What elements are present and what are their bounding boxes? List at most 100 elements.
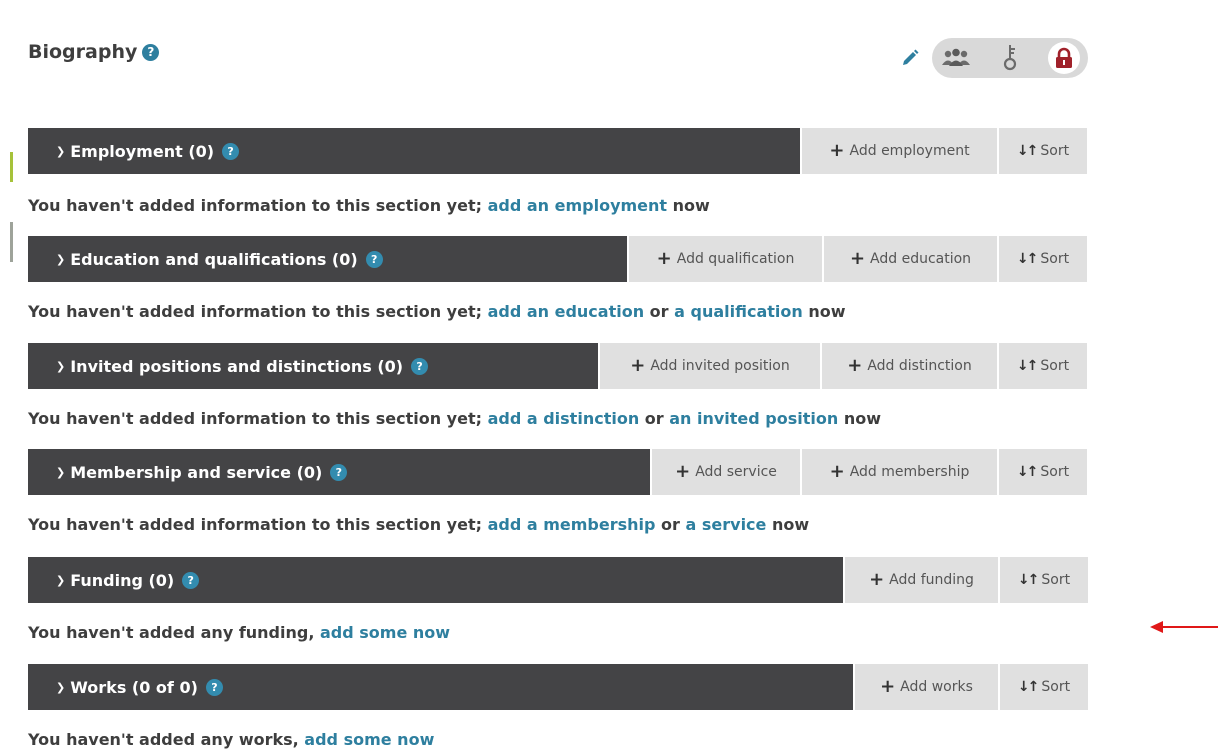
add-membership-button[interactable]: + Add membership — [800, 449, 997, 495]
help-icon[interactable]: ? — [142, 43, 160, 61]
invited-positions-section-bar: ❯ Invited positions and distinctions (0)… — [28, 343, 1087, 389]
section-toggle[interactable]: ❯ Membership and service (0) ? — [28, 449, 650, 495]
funding-section-bar: ❯ Funding (0) ? + Add funding ↓↑ Sort — [28, 557, 1088, 603]
section-toggle[interactable]: ❯ Invited positions and distinctions (0)… — [28, 343, 598, 389]
section-title: Funding (0) — [70, 570, 175, 590]
chevron-down-icon: ❯ — [56, 359, 66, 373]
plus-icon: + — [675, 461, 691, 482]
membership-section-bar: ❯ Membership and service (0) ? + Add ser… — [28, 449, 1087, 495]
sort-icon: ↓↑ — [1016, 358, 1039, 374]
help-icon[interactable]: ? — [205, 678, 223, 696]
add-qualification-link[interactable]: a qualification — [674, 302, 803, 321]
help-icon[interactable]: ? — [365, 250, 383, 268]
add-invited-position-link[interactable]: an invited position — [669, 409, 838, 428]
message-text: now — [802, 302, 846, 321]
plus-icon: + — [869, 569, 885, 590]
button-label: Sort — [1040, 464, 1070, 480]
button-label: Sort — [1040, 358, 1070, 374]
sort-icon: ↓↑ — [1016, 143, 1039, 159]
annotation-arrow-icon — [1150, 621, 1218, 633]
section-toggle[interactable]: ❯ Funding (0) ? — [28, 557, 843, 603]
empty-section-message: You haven't added any funding, add some … — [28, 623, 450, 642]
visibility-selector — [932, 38, 1088, 78]
chevron-down-icon: ❯ — [56, 252, 66, 266]
message-text: You haven't added information to this se… — [28, 302, 488, 321]
plus-icon: + — [630, 355, 646, 376]
button-label: Add employment — [849, 143, 970, 159]
help-icon[interactable]: ? — [182, 571, 200, 589]
section-title: Membership and service (0) — [70, 462, 323, 482]
button-label: Sort — [1040, 143, 1070, 159]
add-invited-position-button[interactable]: + Add invited position — [598, 343, 820, 389]
help-icon[interactable]: ? — [222, 142, 240, 160]
add-service-button[interactable]: + Add service — [650, 449, 800, 495]
add-works-link[interactable]: add some now — [304, 730, 434, 749]
only-me-lock-icon[interactable] — [1048, 42, 1080, 74]
add-service-link[interactable]: a service — [686, 515, 767, 534]
chevron-down-icon: ❯ — [56, 680, 66, 694]
sort-button[interactable]: ↓↑ Sort — [998, 557, 1088, 603]
plus-icon: + — [829, 140, 845, 161]
empty-section-message: You haven't added information to this se… — [28, 409, 881, 428]
section-toggle[interactable]: ❯ Employment (0) ? — [28, 128, 800, 174]
section-title: Employment (0) — [70, 141, 215, 161]
empty-section-message: You haven't added information to this se… — [28, 302, 846, 321]
plus-icon: + — [656, 248, 672, 269]
add-distinction-button[interactable]: + Add distinction — [820, 343, 997, 389]
edge-accent-bar — [10, 222, 13, 262]
sort-button[interactable]: ↓↑ Sort — [997, 128, 1087, 174]
button-label: Sort — [1040, 251, 1070, 267]
message-text: or — [655, 515, 686, 534]
add-funding-button[interactable]: + Add funding — [843, 557, 998, 603]
message-text: You haven't added information to this se… — [28, 515, 488, 534]
section-toggle[interactable]: ❯ Education and qualifications (0) ? — [28, 236, 627, 282]
add-employment-link[interactable]: add an employment — [488, 196, 667, 215]
section-toggle[interactable]: ❯ Works (0 of 0) ? — [28, 664, 853, 710]
employment-section-bar: ❯ Employment (0) ? + Add employment ↓↑ S… — [28, 128, 1087, 174]
plus-icon: + — [829, 461, 845, 482]
button-label: Add qualification — [676, 251, 795, 267]
sort-icon: ↓↑ — [1017, 679, 1040, 695]
help-icon[interactable]: ? — [411, 357, 429, 375]
message-text: now — [766, 515, 810, 534]
button-label: Add funding — [889, 572, 974, 588]
everyone-icon[interactable] — [936, 44, 976, 72]
sort-button[interactable]: ↓↑ Sort — [998, 664, 1088, 710]
add-education-link[interactable]: add an education — [488, 302, 645, 321]
biography-heading: Biography ? — [28, 41, 160, 63]
sort-icon: ↓↑ — [1016, 464, 1039, 480]
button-label: Add distinction — [867, 358, 972, 374]
orcid-record-page: Biography ? ❯ Employment (0) ? + Add emp… — [0, 0, 1218, 751]
add-qualification-button[interactable]: + Add qualification — [627, 236, 822, 282]
add-education-button[interactable]: + Add education — [822, 236, 997, 282]
education-section-bar: ❯ Education and qualifications (0) ? + A… — [28, 236, 1087, 282]
section-title: Invited positions and distinctions (0) — [70, 356, 404, 376]
add-distinction-link[interactable]: add a distinction — [488, 409, 640, 428]
message-text: You haven't added any funding, — [28, 623, 320, 642]
message-text: You haven't added any works, — [28, 730, 305, 749]
add-membership-link[interactable]: add a membership — [488, 515, 656, 534]
sort-icon: ↓↑ — [1017, 572, 1040, 588]
section-title: Works (0 of 0) — [70, 677, 198, 697]
plus-icon: + — [847, 355, 863, 376]
add-funding-link[interactable]: add some now — [320, 623, 450, 642]
button-label: Sort — [1041, 572, 1071, 588]
sort-button[interactable]: ↓↑ Sort — [997, 236, 1087, 282]
add-employment-button[interactable]: + Add employment — [800, 128, 997, 174]
trusted-parties-icon[interactable] — [996, 44, 1024, 72]
plus-icon: + — [849, 248, 866, 269]
chevron-down-icon: ❯ — [56, 465, 66, 479]
empty-section-message: You haven't added information to this se… — [28, 515, 809, 534]
add-works-button[interactable]: + Add works — [853, 664, 998, 710]
button-label: Add education — [870, 251, 972, 267]
button-label: Add service — [695, 464, 777, 480]
message-text: now — [667, 196, 710, 215]
pencil-icon[interactable] — [900, 48, 920, 68]
message-text: now — [838, 409, 882, 428]
message-text: You haven't added information to this se… — [28, 196, 488, 215]
message-text: or — [644, 302, 675, 321]
help-icon[interactable]: ? — [330, 463, 348, 481]
section-title: Education and qualifications (0) — [70, 249, 358, 269]
sort-button[interactable]: ↓↑ Sort — [997, 449, 1087, 495]
sort-button[interactable]: ↓↑ Sort — [997, 343, 1087, 389]
